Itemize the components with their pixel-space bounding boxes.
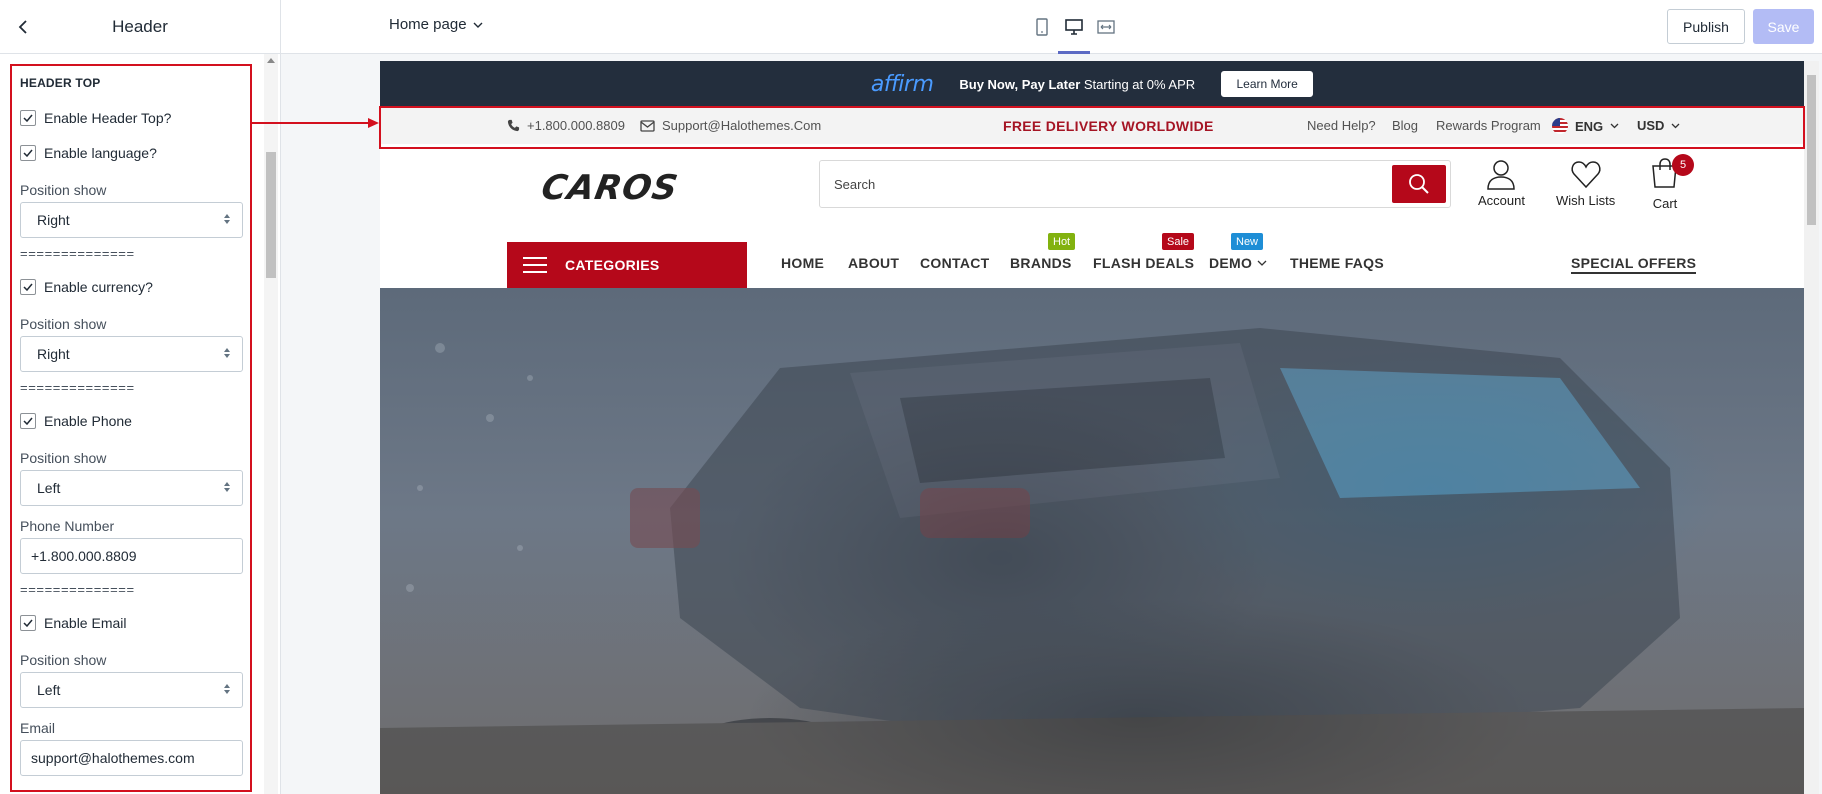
nav-demo[interactable]: DEMO — [1209, 255, 1267, 271]
device-switcher — [1026, 0, 1122, 54]
cart-icon-wrap: 5 — [1650, 154, 1694, 193]
categories-label: CATEGORIES — [565, 257, 660, 273]
promo-bar: affirm Buy Now, Pay Later Starting at 0%… — [380, 61, 1804, 107]
account-link[interactable]: Account — [1478, 158, 1525, 208]
sale-badge: Sale — [1162, 233, 1195, 250]
settings-sidebar: HEADER TOP Enable Header Top? Enable lan… — [0, 54, 281, 794]
cart-label: Cart — [1652, 196, 1678, 211]
sidebar-header: Header — [0, 0, 281, 54]
user-icon — [1487, 160, 1516, 190]
nav-contact[interactable]: CONTACT — [920, 255, 990, 271]
main-navigation: CATEGORIES HOME ABOUT CONTACT Hot BRANDS… — [380, 228, 1804, 288]
search-icon — [1409, 174, 1429, 194]
nav-brands[interactable]: BRANDS — [1010, 255, 1072, 271]
cart-count-badge: 5 — [1672, 154, 1694, 176]
hero-banner-image[interactable] — [380, 288, 1804, 794]
account-label: Account — [1478, 193, 1525, 208]
nav-special-offers[interactable]: SPECIAL OFFERS — [1571, 255, 1697, 274]
panel-title: Header — [112, 17, 168, 36]
editor-topbar: Header Home page Publish Save — [0, 0, 1822, 54]
chevron-left-icon — [18, 20, 27, 34]
learn-more-button[interactable]: Learn More — [1221, 71, 1314, 97]
categories-button[interactable]: CATEGORIES — [507, 242, 747, 288]
nav-home[interactable]: HOME — [781, 255, 824, 271]
new-badge: New — [1231, 233, 1264, 250]
affirm-logo: affirm — [870, 71, 934, 97]
highlight-box-settings — [10, 64, 252, 792]
hot-badge: Hot — [1048, 233, 1076, 250]
save-button[interactable]: Save — [1753, 9, 1814, 44]
expand-horizontal-icon — [1097, 20, 1115, 34]
back-button[interactable] — [12, 15, 36, 39]
scroll-up-icon[interactable] — [267, 58, 275, 63]
fullscreen-view-button[interactable] — [1090, 0, 1122, 54]
promo-text: Buy Now, Pay Later Starting at 0% APR — [959, 77, 1195, 92]
page-selector-label: Home page — [389, 16, 467, 33]
cart-link[interactable]: 5 Cart — [1650, 154, 1694, 211]
search-input[interactable]: Search — [819, 160, 1451, 208]
search-placeholder: Search — [834, 176, 876, 192]
preview-scroll-thumb[interactable] — [1807, 75, 1816, 225]
menu-icon — [523, 257, 547, 273]
wishlist-link[interactable]: Wish Lists — [1556, 158, 1615, 208]
truck-illustration — [380, 328, 1804, 794]
storefront-preview: affirm Buy Now, Pay Later Starting at 0%… — [380, 61, 1804, 794]
heart-icon — [1571, 161, 1601, 189]
sidebar-scroll-thumb[interactable] — [266, 152, 276, 278]
caros-logo[interactable]: CAROS — [538, 168, 681, 208]
promo-text-rest: Starting at 0% APR — [1080, 76, 1196, 92]
search-button[interactable] — [1392, 165, 1446, 203]
highlight-box-header-top — [379, 106, 1805, 149]
chevron-down-icon — [1257, 260, 1267, 266]
chevron-down-icon — [473, 22, 483, 28]
publish-button[interactable]: Publish — [1667, 9, 1745, 44]
nav-flash-deals[interactable]: FLASH DEALS — [1093, 255, 1194, 271]
desktop-icon — [1065, 19, 1083, 35]
preview-scrollbar[interactable] — [1804, 61, 1819, 794]
promo-text-bold: Buy Now, Pay Later — [959, 76, 1081, 92]
desktop-view-button[interactable] — [1058, 0, 1090, 54]
wishlist-label: Wish Lists — [1556, 193, 1616, 208]
mobile-view-button[interactable] — [1026, 0, 1058, 54]
nav-theme-faqs[interactable]: THEME FAQS — [1290, 255, 1384, 271]
annotation-arrow-icon — [252, 118, 379, 128]
mobile-icon — [1036, 18, 1048, 36]
nav-about[interactable]: ABOUT — [848, 255, 899, 271]
nav-demo-label: DEMO — [1209, 255, 1253, 271]
main-header: CAROS Search Account Wish Lists 5 Cart — [380, 144, 1804, 228]
page-selector[interactable]: Home page — [389, 16, 483, 33]
